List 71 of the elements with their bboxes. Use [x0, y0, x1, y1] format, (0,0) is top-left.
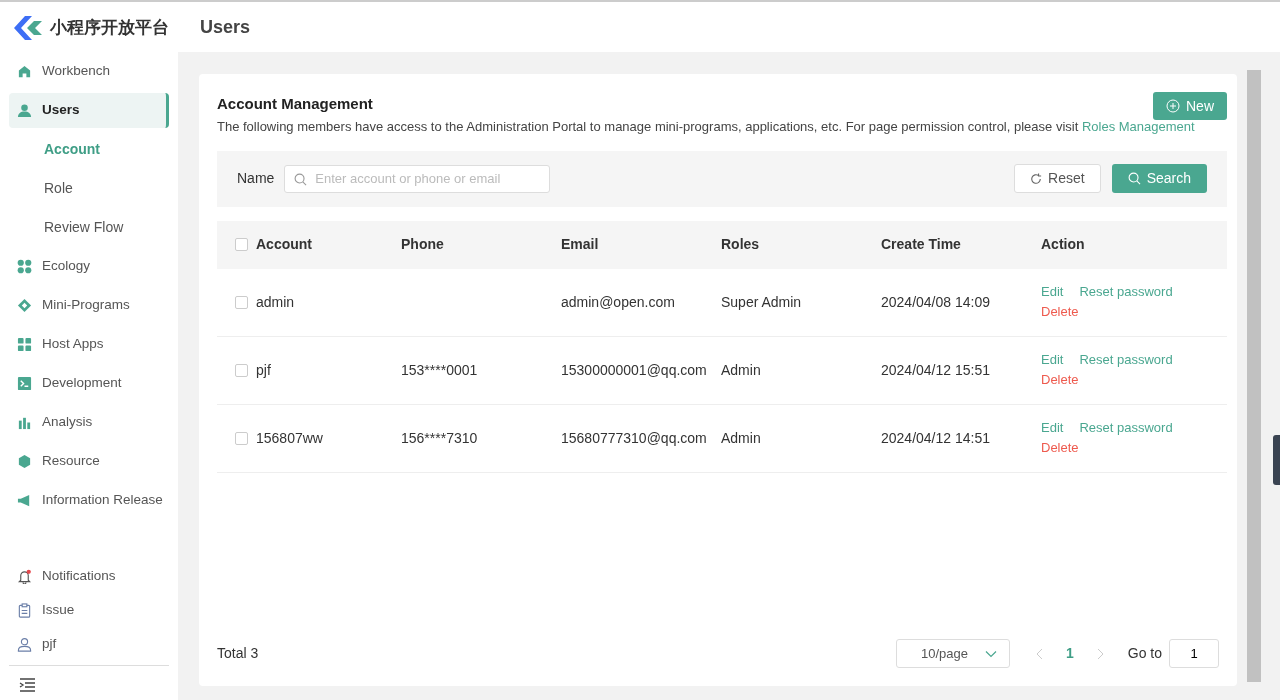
nav-item[interactable]: Development — [9, 366, 169, 401]
table-cell-text: 2024/04/08 14:09 — [881, 292, 990, 312]
cube-icon — [17, 454, 32, 469]
grid-icon — [17, 337, 32, 352]
column-header: Roles — [721, 235, 760, 254]
clover-icon — [17, 259, 32, 274]
logo-icon — [12, 15, 44, 41]
previous-page-icon[interactable] — [1035, 647, 1044, 660]
column-header: Email — [561, 235, 599, 254]
table-cell-text: Admin — [721, 360, 761, 380]
reset-button[interactable]: Reset — [1014, 164, 1101, 193]
bar-chart-icon — [17, 415, 32, 430]
next-page-icon[interactable] — [1095, 647, 1104, 660]
column-header: Action — [1041, 235, 1085, 254]
side-widget[interactable] — [1273, 435, 1280, 485]
page-size-select[interactable]: 10/page — [895, 639, 1010, 668]
table-cell-text: admin@open.com — [561, 292, 675, 312]
house-icon — [17, 64, 32, 79]
table-cell-text: 15300000001@qq.com — [561, 360, 707, 380]
diamond-icon — [17, 298, 32, 313]
search-field[interactable]: Enter account or phone or email — [284, 164, 551, 193]
logo-text: 小程序开放平台 — [50, 16, 169, 40]
card-title: Account Management — [217, 94, 373, 114]
row-checkbox[interactable] — [235, 295, 248, 309]
goto-label: Go to — [1127, 644, 1162, 663]
select-all-checkbox[interactable] — [235, 238, 248, 251]
nav-subitem[interactable]: Review Flow — [9, 210, 169, 245]
column-header: Create Time — [881, 235, 961, 254]
nav-item[interactable]: Mini-Programs — [9, 288, 169, 323]
plus-circle-icon — [1166, 99, 1180, 113]
person-icon — [17, 636, 32, 652]
chevron-down-icon — [984, 649, 997, 658]
table-cell-text: 2024/04/12 14:51 — [881, 428, 990, 448]
column-header: Account — [256, 235, 312, 254]
nav-item[interactable]: Notifications — [9, 559, 169, 593]
row-checkbox[interactable] — [235, 363, 248, 377]
megaphone-icon — [17, 493, 32, 508]
nav-item[interactable]: Host Apps — [9, 327, 169, 362]
user-icon — [17, 103, 32, 118]
nav-item[interactable]: Ecology — [9, 249, 169, 284]
table-cell-text: 2024/04/12 15:51 — [881, 360, 990, 380]
nav-item[interactable]: Information Release — [9, 483, 169, 518]
nav-item[interactable]: Workbench — [9, 54, 169, 89]
nav-subitem[interactable]: Role — [9, 171, 169, 206]
table-cell-text: 15680777310@qq.com — [561, 428, 707, 448]
table-cell-text: 153****0001 — [401, 360, 478, 380]
table-cell-text: 156****7310 — [401, 428, 478, 448]
refresh-icon — [1030, 172, 1043, 185]
nav-item[interactable]: Resource — [9, 444, 169, 479]
bell-icon — [17, 568, 32, 584]
goto-page-field[interactable]: 1 — [1169, 639, 1219, 668]
page-title: Users — [178, 2, 1280, 52]
nav-item[interactable]: Issue — [9, 593, 169, 627]
table-cell-text: Super Admin — [721, 292, 802, 312]
description-text: The following members have access to the Administration Portal to manage mini-programs, applications, etc. For page permission control, please visit Roles Management — [217, 118, 1196, 136]
column-header: Phone — [401, 235, 444, 254]
table-cell-text: 156807ww — [256, 428, 323, 448]
clipboard-icon — [17, 602, 32, 618]
table-cell-text: admin — [256, 292, 295, 312]
table-cell-text: Admin — [721, 428, 761, 448]
name-label: Name — [237, 169, 275, 188]
terminal-icon — [17, 376, 32, 391]
total-count: Total 3 — [217, 644, 259, 663]
scrollbar[interactable] — [1247, 70, 1261, 682]
nav-item[interactable]: pjf — [9, 627, 169, 661]
row-checkbox[interactable] — [235, 431, 248, 445]
collapse-menu-icon[interactable] — [19, 678, 35, 692]
nav-item[interactable]: Users — [9, 93, 169, 128]
nav-item[interactable]: Analysis — [9, 405, 169, 440]
search-icon — [1127, 172, 1141, 185]
table-cell-text: pjf — [256, 360, 271, 380]
